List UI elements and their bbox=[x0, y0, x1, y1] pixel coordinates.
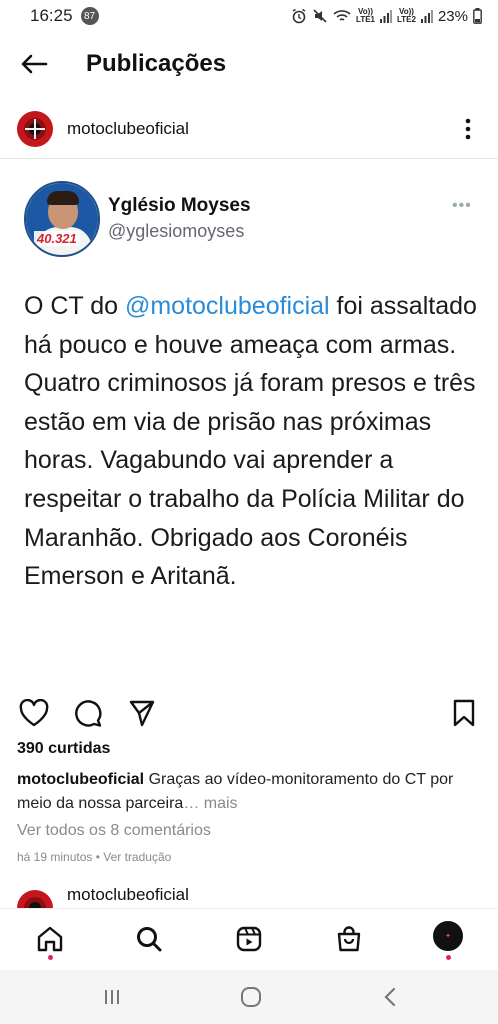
club-logo-icon bbox=[24, 118, 46, 140]
next-post-username[interactable]: motoclubeoficial bbox=[67, 885, 189, 905]
post-image-tweet[interactable]: 40.321 Yglésio Moyses @yglesiomoyses •••… bbox=[0, 159, 498, 684]
post-meta: há 19 minutos • Ver tradução bbox=[17, 850, 171, 864]
more-vertical-icon bbox=[465, 118, 471, 140]
home-system-button[interactable] bbox=[236, 982, 266, 1012]
view-comments-link[interactable]: Ver todos os 8 comentários bbox=[17, 822, 211, 840]
tab-reels[interactable] bbox=[231, 921, 267, 957]
status-time: 16:25 bbox=[30, 6, 73, 25]
mute-icon bbox=[312, 8, 328, 24]
bookmark-icon bbox=[453, 699, 475, 727]
post-options-button[interactable] bbox=[458, 111, 478, 147]
tweet-text: O CT do @motoclubeoficial foi assaltado … bbox=[24, 287, 484, 596]
share-button[interactable] bbox=[127, 698, 157, 728]
arrow-left-icon bbox=[21, 54, 48, 74]
search-icon bbox=[137, 927, 162, 952]
page-title: Publicações bbox=[86, 50, 227, 77]
tab-profile-avatar[interactable]: ✦ bbox=[431, 919, 465, 953]
post-timestamp: há 19 minutos bbox=[17, 850, 93, 864]
likes-count[interactable]: 390 curtidas bbox=[17, 740, 110, 758]
tweet-mention: @motoclubeoficial bbox=[124, 292, 330, 320]
like-button[interactable] bbox=[19, 698, 49, 728]
next-post-header: motoclubeoficial bbox=[0, 880, 498, 910]
recent-apps-icon bbox=[105, 990, 119, 1004]
notification-count-badge: 87 bbox=[80, 7, 99, 25]
avatar-hair bbox=[47, 191, 79, 205]
chevron-left-icon bbox=[384, 987, 396, 1007]
tweet-more-icon: ••• bbox=[452, 197, 472, 214]
status-bar: 16:25 87 Vo)) LTE1 Vo)) LTE2 23% bbox=[0, 0, 498, 32]
translate-link[interactable]: • Ver tradução bbox=[92, 850, 172, 864]
profile-notification-dot bbox=[446, 955, 451, 960]
recent-apps-button[interactable] bbox=[97, 982, 127, 1012]
signal-1-icon bbox=[380, 9, 392, 23]
post-header: motoclubeoficial bbox=[0, 108, 498, 150]
tweet-author-avatar: 40.321 bbox=[24, 181, 100, 257]
post-actions bbox=[0, 692, 498, 732]
tweet-author-name: Yglésio Moyses bbox=[108, 195, 251, 216]
comment-icon bbox=[75, 700, 102, 727]
post-author-username[interactable]: motoclubeoficial bbox=[67, 119, 189, 139]
battery-percent: 23% bbox=[437, 7, 468, 25]
back-system-button[interactable] bbox=[375, 982, 405, 1012]
avatar-number: 40.321 bbox=[34, 231, 80, 246]
bottom-tab-bar: ✦ bbox=[0, 908, 498, 970]
save-button[interactable] bbox=[449, 698, 479, 728]
home-notification-dot bbox=[48, 955, 53, 960]
battery-icon bbox=[473, 8, 482, 24]
caption-more-link[interactable]: … mais bbox=[183, 795, 237, 812]
back-button[interactable] bbox=[14, 44, 54, 84]
home-circle-icon bbox=[241, 987, 261, 1007]
profile-avatar-logo: ✦ bbox=[445, 933, 451, 940]
home-icon bbox=[37, 926, 63, 952]
shop-icon bbox=[337, 926, 361, 952]
comment-button[interactable] bbox=[73, 698, 103, 728]
send-icon bbox=[129, 700, 155, 727]
tweet-text-rest: foi assaltado há pouco e houve ameaça co… bbox=[24, 292, 477, 591]
network-1-lte: LTE1 bbox=[356, 15, 375, 24]
tweet-author-handle: @yglesiomoyses bbox=[108, 221, 245, 241]
reels-icon bbox=[236, 926, 262, 952]
post-caption: motoclubeoficial Graças ao vídeo-monitor… bbox=[17, 768, 487, 816]
status-icons: Vo)) LTE1 Vo)) LTE2 23% bbox=[291, 8, 482, 25]
post-author-avatar[interactable] bbox=[17, 111, 53, 147]
tweet-text-start: O CT do bbox=[24, 292, 125, 320]
app-header: Publicações bbox=[0, 40, 498, 88]
network-1-label: Vo)) LTE1 bbox=[356, 8, 375, 24]
network-2-lte: LTE2 bbox=[397, 15, 416, 24]
system-navigation-bar bbox=[0, 970, 498, 1024]
alarm-icon bbox=[291, 8, 307, 24]
network-2-label: Vo)) LTE2 bbox=[397, 8, 416, 24]
next-post-avatar[interactable] bbox=[17, 890, 53, 910]
tab-search[interactable] bbox=[131, 921, 167, 957]
signal-2-icon bbox=[420, 9, 433, 23]
heart-icon bbox=[19, 699, 49, 727]
tab-home[interactable] bbox=[32, 921, 68, 957]
tab-shop[interactable] bbox=[331, 921, 367, 957]
wifi-icon bbox=[333, 9, 351, 23]
caption-username[interactable]: motoclubeoficial bbox=[17, 771, 144, 788]
